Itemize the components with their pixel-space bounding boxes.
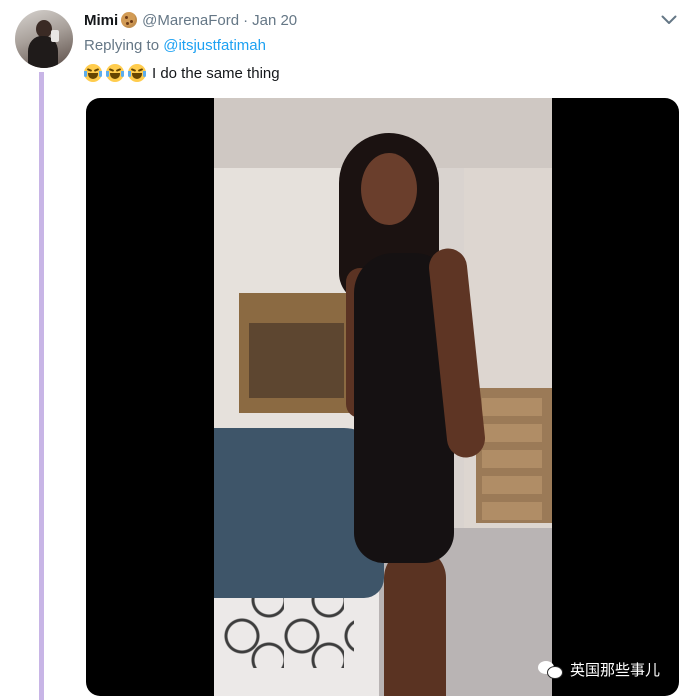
thread-line [39,72,44,700]
header-separator: · [243,11,249,29]
person-legs [384,548,446,696]
avatar-phone [51,30,59,42]
dresser-drawer [482,450,542,468]
author-handle[interactable]: @MarenaFord [142,12,239,29]
tweet-media-video[interactable] [86,98,679,696]
dresser-drawer [482,398,542,416]
tweet-date[interactable]: Jan 20 [252,12,297,29]
cookie-emoji-icon [121,12,138,28]
watermark: 英国那些事儿 [538,656,660,682]
more-options-button[interactable] [657,10,681,30]
dresser-drawer [482,502,542,520]
laughing-emoji-icon [128,64,146,82]
reply-prefix: Replying to [84,37,160,54]
laughing-emoji-icon [84,64,102,82]
reply-context: Replying to @itsjustfatimah [84,37,266,54]
tweet-body-text: I do the same thing [152,64,280,82]
tweet-text: I do the same thing [84,62,280,84]
reply-to-link[interactable]: @itsjustfatimah [163,37,266,54]
laughing-emoji-icon [106,64,124,82]
shelf-interior [249,323,344,398]
chevron-down-icon [661,15,677,24]
watermark-text: 英国那些事儿 [570,661,661,679]
wechat-icon [538,659,564,679]
dresser-drawer [482,476,542,494]
author-avatar[interactable] [15,10,73,68]
person-face [361,153,417,225]
dresser-drawer [482,424,542,442]
tweet-header: Mimi @MarenaFord · Jan 20 [84,9,297,31]
author-name[interactable]: Mimi [84,12,118,29]
video-frame [214,98,552,696]
